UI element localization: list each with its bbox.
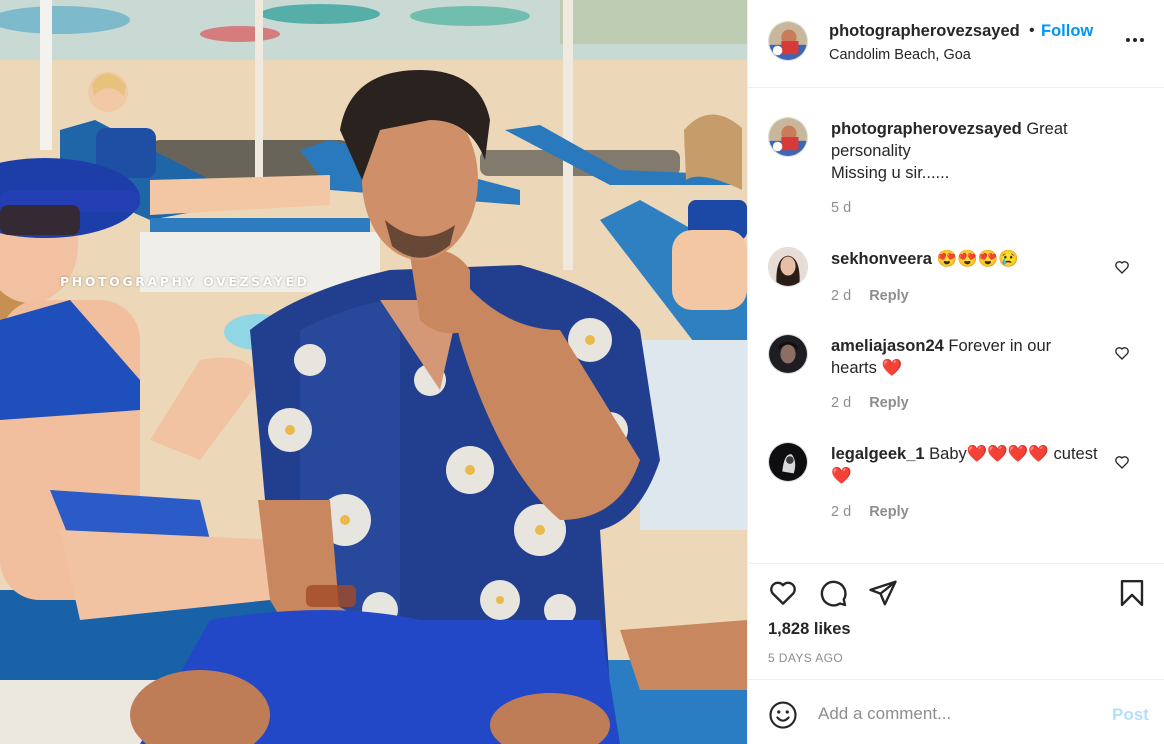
author-avatar[interactable] [768, 21, 808, 61]
heart-icon[interactable] [1114, 345, 1130, 361]
photo-watermark: PHOTOGRAPHY OVEZSAYED [60, 274, 310, 289]
caption-text: photographerovezsayed Great personality … [831, 118, 1101, 184]
reply-button[interactable]: Reply [869, 395, 909, 411]
comment-text: legalgeek_1 Baby❤️❤️❤️❤️ cutest❤️ [831, 443, 1101, 487]
comment-text: sekhonveera 😍😍😍😢 [831, 248, 1101, 270]
comment-bubble-icon[interactable] [818, 578, 848, 608]
post-photo[interactable]: PHOTOGRAPHY OVEZSAYED [0, 0, 747, 744]
heart-icon[interactable] [1114, 259, 1130, 275]
comment-avatar[interactable] [768, 334, 808, 374]
follow-button[interactable]: Follow [1041, 22, 1093, 41]
likes-count[interactable]: 1,828 likes [768, 620, 851, 639]
comment-avatar[interactable] [768, 247, 808, 287]
comments-list[interactable]: photographerovezsayed Great personality … [748, 89, 1164, 553]
smiley-icon[interactable] [768, 700, 798, 730]
caption-time: 5 d [831, 200, 851, 216]
add-comment-bar: Post [748, 679, 1164, 744]
heart-icon[interactable] [768, 578, 798, 608]
comment-body: 😍😍😍😢 [936, 250, 1019, 268]
comment-text: ameliajason24 Forever in our hearts ❤️ [831, 335, 1101, 379]
caption-line2: Missing u sir...... [831, 164, 950, 182]
paper-plane-icon[interactable] [868, 578, 898, 608]
post-timestamp[interactable]: 5 DAYS AGO [768, 651, 843, 665]
post-actions: 1,828 likes 5 DAYS AGO [748, 563, 1164, 679]
bookmark-icon[interactable] [1117, 578, 1147, 608]
post-location[interactable]: Candolim Beach, Goa [829, 47, 971, 63]
heart-icon[interactable] [1114, 454, 1130, 470]
comment-time: 2 d [831, 504, 852, 520]
comment-username[interactable]: legalgeek_1 [831, 445, 925, 463]
comment-meta: 2 d Reply [831, 504, 909, 520]
post-side-panel: photographerovezsayed • Follow Candolim … [747, 0, 1164, 744]
comment-meta: 2 d Reply [831, 288, 909, 304]
comment-avatar[interactable] [768, 442, 808, 482]
caption-time-text: 5 d [831, 200, 852, 216]
post-comment-button[interactable]: Post [1112, 705, 1149, 725]
reply-button[interactable]: Reply [869, 288, 909, 304]
header-separator: • [1029, 22, 1035, 39]
reply-button[interactable]: Reply [869, 504, 909, 520]
beach-scene-image [0, 0, 747, 744]
author-username[interactable]: photographerovezsayed [829, 22, 1020, 41]
comment-username[interactable]: sekhonveera [831, 250, 932, 268]
more-horizontal-icon[interactable] [1123, 28, 1147, 52]
comment-meta: 2 d Reply [831, 395, 909, 411]
comment-time: 2 d [831, 288, 852, 304]
post-header: photographerovezsayed • Follow Candolim … [748, 0, 1164, 88]
caption-avatar[interactable] [768, 117, 808, 157]
comment-time: 2 d [831, 395, 852, 411]
comment-input[interactable] [818, 700, 1098, 728]
comment-username[interactable]: ameliajason24 [831, 337, 944, 355]
caption-username[interactable]: photographerovezsayed [831, 120, 1022, 138]
